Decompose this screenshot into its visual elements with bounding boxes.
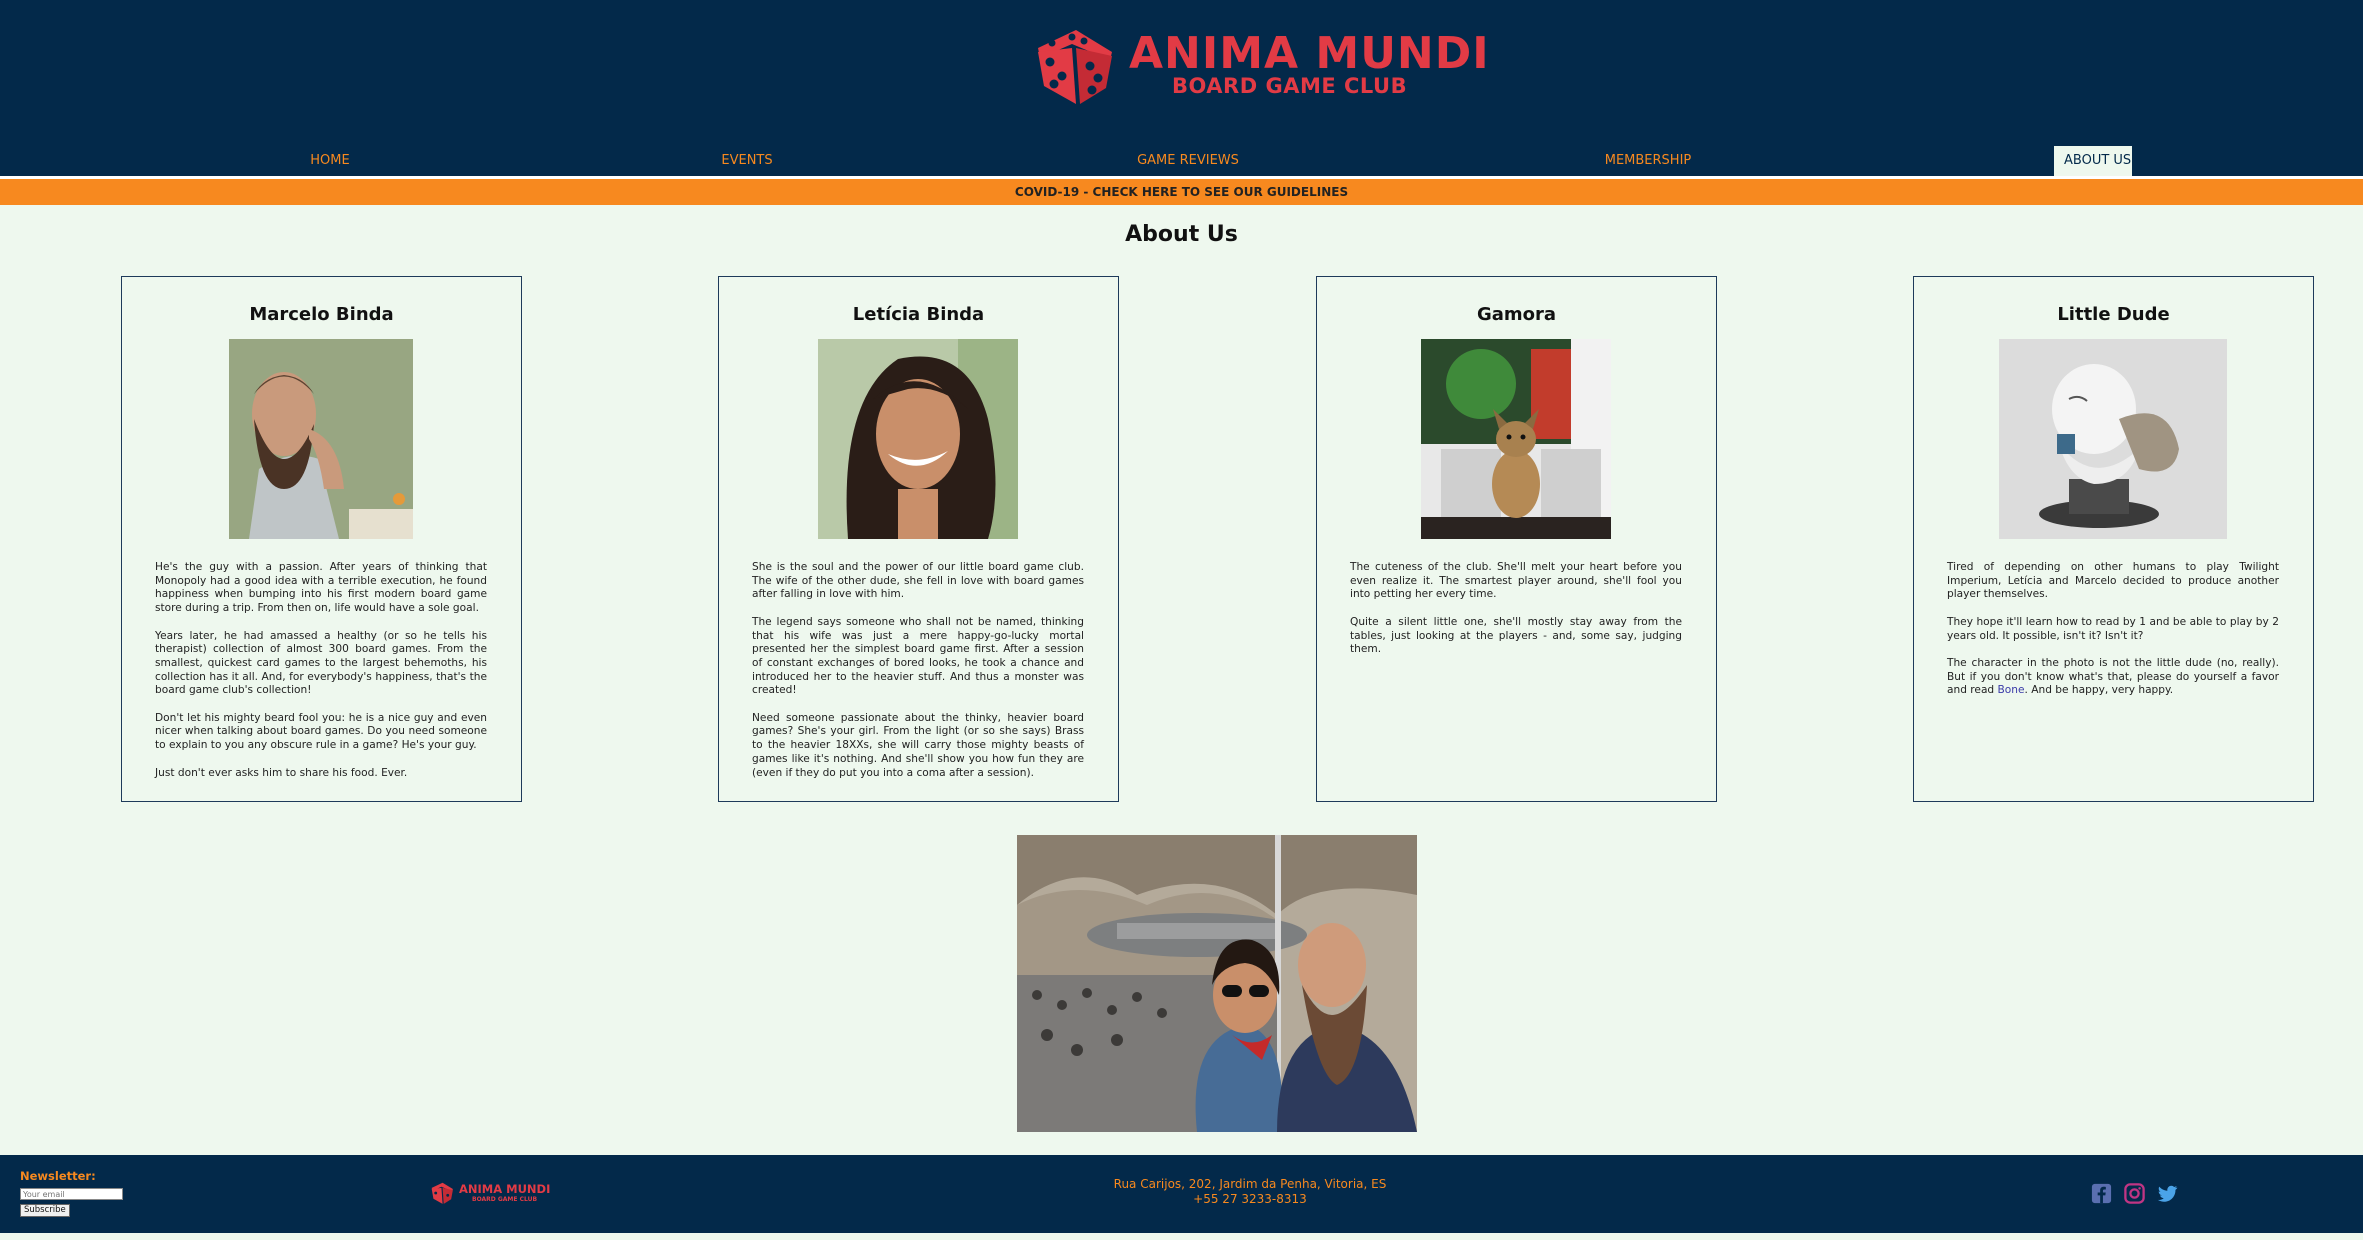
- bio-paragraph: The legend says someone who shall not be…: [752, 615, 1084, 697]
- newsletter-email-input[interactable]: [20, 1188, 123, 1200]
- site-logo[interactable]: ANIMA MUNDI BOARD GAME CLUB: [1032, 26, 1489, 106]
- member-name: Gamora: [1476, 304, 1557, 325]
- phone-line: +55 27 3233-8313: [1193, 1192, 1307, 1206]
- bio-paragraph: Need someone passionate about the thinky…: [752, 711, 1084, 779]
- nav-game-reviews[interactable]: GAME REVIEWS: [1128, 146, 1248, 176]
- footer-logo[interactable]: ANIMA MUNDI BOARD GAME CLUB: [430, 1181, 550, 1207]
- member-name: Letícia Binda: [852, 304, 985, 325]
- facebook-icon[interactable]: [2090, 1182, 2113, 1205]
- bio-paragraph: The character in the photo is not the li…: [1947, 657, 2279, 698]
- bio-text: . And be happy, very happy.: [2024, 684, 2174, 697]
- member-name: Little Dude: [2057, 304, 2170, 325]
- bio-paragraph: Just don't ever asks him to share his fo…: [155, 766, 408, 779]
- nav-about-us[interactable]: ABOUT US: [2054, 146, 2132, 176]
- dice-icon: [431, 1182, 453, 1204]
- member-photo: [1421, 339, 1611, 539]
- bio-paragraph: The cuteness of the club. She'll melt yo…: [1350, 561, 1682, 601]
- member-card-marcelo: Marcelo Binda He's the guy with a passio…: [121, 276, 522, 802]
- bio-paragraph: Don't let his mighty beard fool you: he …: [155, 711, 487, 752]
- member-photo: [1999, 339, 2227, 539]
- page-title: About Us: [1125, 222, 1238, 247]
- bio-paragraph: Quite a silent little one, she'll mostly…: [1350, 615, 1682, 656]
- dice-icon: [1038, 30, 1112, 104]
- bio-paragraph: Tired of depending on other humans to pl…: [1947, 561, 2279, 601]
- member-name: Marcelo Binda: [249, 304, 394, 325]
- member-bio: Tired of depending on other humans to pl…: [1947, 561, 2279, 712]
- bio-paragraph: He's the guy with a passion. After years…: [155, 561, 487, 615]
- member-card-leticia: Letícia Binda She is the soul and the po…: [718, 276, 1119, 802]
- group-photo: [1017, 835, 1417, 1132]
- member-bio: He's the guy with a passion. After years…: [155, 561, 487, 794]
- member-card-gamora: Gamora The cuteness of the club. She'll …: [1316, 276, 1717, 802]
- footer-logo-title: ANIMA MUNDI: [459, 1182, 551, 1196]
- footer-address: Rua Carijos, 202, Jardim da Penha, Vitor…: [1000, 1177, 1500, 1207]
- site-header: ANIMA MUNDI BOARD GAME CLUB HOME EVENTS …: [0, 0, 2363, 176]
- member-card-little-dude: Little Dude Tired of depending on other …: [1913, 276, 2314, 802]
- nav-membership[interactable]: MEMBERSHIP: [1588, 146, 1708, 176]
- twitter-icon[interactable]: [2156, 1182, 2179, 1205]
- member-photo: [818, 339, 1018, 539]
- member-photo: [229, 339, 413, 539]
- footer-logo-subtitle: BOARD GAME CLUB: [472, 1196, 538, 1203]
- instagram-icon[interactable]: [2123, 1182, 2146, 1205]
- bio-paragraph: Years later, he had amassed a healthy (o…: [155, 629, 487, 697]
- covid-banner-link[interactable]: COVID-19 - CHECK HERE TO SEE OUR GUIDELI…: [0, 179, 2363, 205]
- logo-subtitle: BOARD GAME CLUB: [1172, 74, 1408, 98]
- address-line: Rua Carijos, 202, Jardim da Penha, Vitor…: [1113, 1177, 1387, 1191]
- footer-bottom-strip: [0, 1233, 2363, 1240]
- nav-events[interactable]: EVENTS: [697, 146, 797, 176]
- nav-home[interactable]: HOME: [280, 146, 380, 176]
- member-bio: She is the soul and the power of our lit…: [752, 561, 1084, 794]
- newsletter-label: Newsletter:: [20, 1169, 96, 1183]
- bio-paragraph: She is the soul and the power of our lit…: [752, 561, 1084, 601]
- logo-title: ANIMA MUNDI: [1129, 28, 1490, 79]
- site-footer: Newsletter: Subscribe ANIMA MUNDI BOARD …: [0, 1155, 2363, 1233]
- member-bio: The cuteness of the club. She'll melt yo…: [1350, 561, 1682, 671]
- bone-link[interactable]: Bone: [1998, 684, 2025, 696]
- subscribe-button[interactable]: Subscribe: [20, 1204, 70, 1217]
- bio-paragraph: They hope it'll learn how to read by 1 a…: [1947, 615, 2279, 642]
